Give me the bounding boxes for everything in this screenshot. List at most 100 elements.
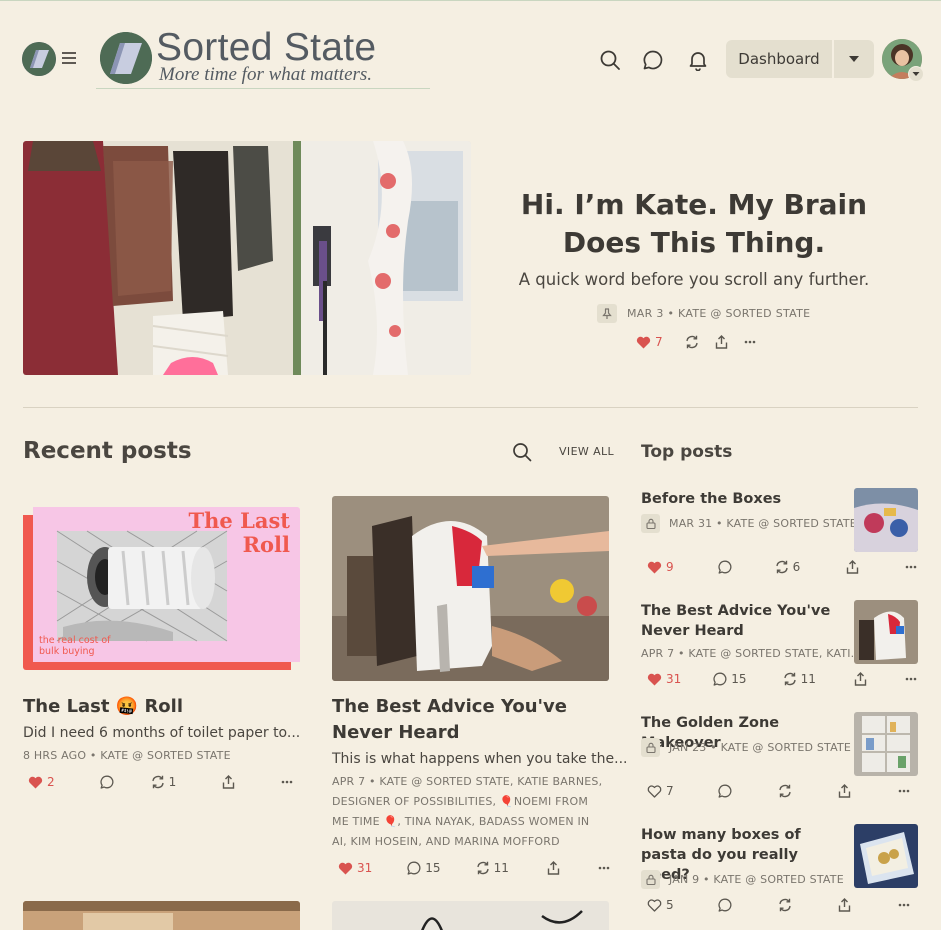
more-button[interactable] (598, 866, 610, 870)
share-button[interactable] (846, 560, 859, 574)
share-icon (847, 560, 859, 574)
like-button[interactable]: 7 (647, 784, 674, 798)
restack-button[interactable]: 6 (775, 560, 800, 574)
share-icon (547, 861, 560, 875)
comment-icon (718, 784, 732, 798)
lock-icon (641, 514, 660, 533)
ellipsis-icon (905, 677, 917, 681)
post-subtitle: This is what happens when you take the..… (332, 751, 628, 767)
post-image-best-advice[interactable] (332, 496, 609, 681)
lock-icon (641, 870, 660, 889)
comment-button[interactable] (718, 898, 732, 912)
top-post-thumbnail[interactable] (854, 824, 918, 888)
recent-posts-heading: Recent posts (23, 438, 192, 464)
hero-post-title[interactable]: Hi. I’m Kate. My Brain Does This Thing. (490, 186, 898, 262)
hero-post-image[interactable] (23, 141, 471, 375)
post-title-last-roll[interactable]: The Last 🤬 Roll (23, 694, 293, 720)
ellipsis-icon (281, 780, 293, 784)
heart-outline-icon (647, 898, 662, 912)
like-button[interactable]: 31 (338, 861, 372, 875)
like-button[interactable]: 2 (28, 775, 55, 789)
share-button[interactable] (547, 861, 560, 875)
post-image-partial[interactable] (332, 901, 609, 930)
lock-icon (641, 738, 660, 757)
search-icon[interactable] (599, 49, 621, 71)
view-all-link[interactable]: VIEW ALL (559, 445, 614, 458)
hero-post-meta: MAR 3 • KATE @ SORTED STATE (597, 304, 810, 323)
hero-meta-text: MAR 3 • KATE @ SORTED STATE (627, 307, 811, 320)
restack-button[interactable]: 11 (476, 861, 509, 875)
heart-icon (28, 776, 43, 788)
share-button[interactable] (715, 335, 728, 349)
post-meta: 8 HRS AGO • KATE @ SORTED STATE (23, 749, 231, 762)
logo-mark-icon (100, 32, 152, 84)
share-icon (223, 775, 235, 789)
comment-button[interactable]: 15 (713, 672, 747, 686)
publication-logo[interactable]: Sorted State More time for what matters. (96, 26, 430, 89)
restack-count: 1 (168, 775, 177, 789)
like-button[interactable]: 31 (647, 672, 681, 686)
chat-icon[interactable] (642, 49, 664, 71)
like-count: 7 (655, 335, 663, 349)
restack-button[interactable] (778, 898, 792, 912)
top-post-title[interactable]: The Best Advice You've Never Heard (641, 601, 846, 641)
top-border-line (0, 0, 941, 1)
dashboard-button[interactable]: Dashboard (726, 40, 832, 78)
like-count: 2 (47, 775, 55, 789)
like-button[interactable]: 9 (647, 560, 674, 574)
ellipsis-icon (898, 903, 909, 907)
section-divider (23, 407, 918, 408)
dashboard-dropdown-button[interactable] (834, 40, 874, 78)
more-button[interactable] (898, 903, 910, 907)
restack-button[interactable]: 11 (783, 672, 816, 686)
comment-count: 15 (425, 861, 441, 875)
more-button[interactable] (898, 789, 910, 793)
more-button[interactable] (905, 565, 917, 569)
ellipsis-icon (905, 565, 917, 569)
post-action-bar: 31 15 11 (338, 861, 610, 875)
image-title-text: The Last Roll (188, 508, 290, 557)
top-post-action-bar: 9 6 (647, 560, 917, 574)
restack-button[interactable]: 1 (151, 775, 177, 789)
top-post-title[interactable]: Before the Boxes (641, 489, 846, 509)
restack-button[interactable] (778, 784, 792, 798)
post-image-last-roll[interactable]: The Last Roll the real cost of bulk buyi… (23, 507, 300, 670)
comment-button[interactable] (100, 775, 114, 789)
top-post-action-bar: 31 15 11 (647, 672, 917, 686)
menu-icon[interactable] (61, 50, 77, 66)
top-post-thumbnail[interactable] (854, 600, 918, 664)
restack-button[interactable] (685, 335, 699, 349)
post-action-bar: 2 1 (28, 775, 293, 789)
more-button[interactable] (744, 340, 756, 344)
bell-icon[interactable] (687, 49, 709, 71)
like-count: 31 (357, 861, 373, 875)
comment-button[interactable]: 15 (407, 861, 441, 875)
comment-button[interactable] (718, 560, 732, 574)
top-post-action-bar: 5 (647, 898, 910, 912)
share-icon (854, 672, 867, 686)
ellipsis-icon (898, 789, 909, 793)
post-image-partial[interactable] (23, 901, 300, 930)
top-post-thumbnail[interactable] (854, 488, 918, 552)
comment-icon (718, 898, 732, 912)
share-button[interactable] (222, 775, 235, 789)
like-button[interactable]: 5 (647, 898, 674, 912)
top-post-thumbnail[interactable] (854, 712, 918, 776)
comment-icon (100, 775, 114, 789)
heart-icon (636, 336, 651, 348)
like-button[interactable]: 7 (636, 335, 663, 349)
search-posts-icon[interactable] (512, 442, 532, 462)
comment-button[interactable] (718, 784, 732, 798)
top-post-action-bar: 7 (647, 784, 910, 798)
share-button[interactable] (838, 898, 851, 912)
share-icon (838, 784, 850, 798)
more-button[interactable] (281, 780, 293, 784)
share-button[interactable] (854, 672, 867, 686)
more-button[interactable] (905, 677, 917, 681)
hero-post-subtitle: A quick word before you scroll any furth… (518, 270, 870, 289)
share-button[interactable] (838, 784, 851, 798)
avatar-menu-chevron-icon[interactable] (908, 66, 924, 82)
heart-outline-icon (647, 784, 662, 798)
post-title-best-advice[interactable]: The Best Advice You've Never Heard (332, 694, 609, 746)
small-logo-icon[interactable] (22, 42, 56, 76)
